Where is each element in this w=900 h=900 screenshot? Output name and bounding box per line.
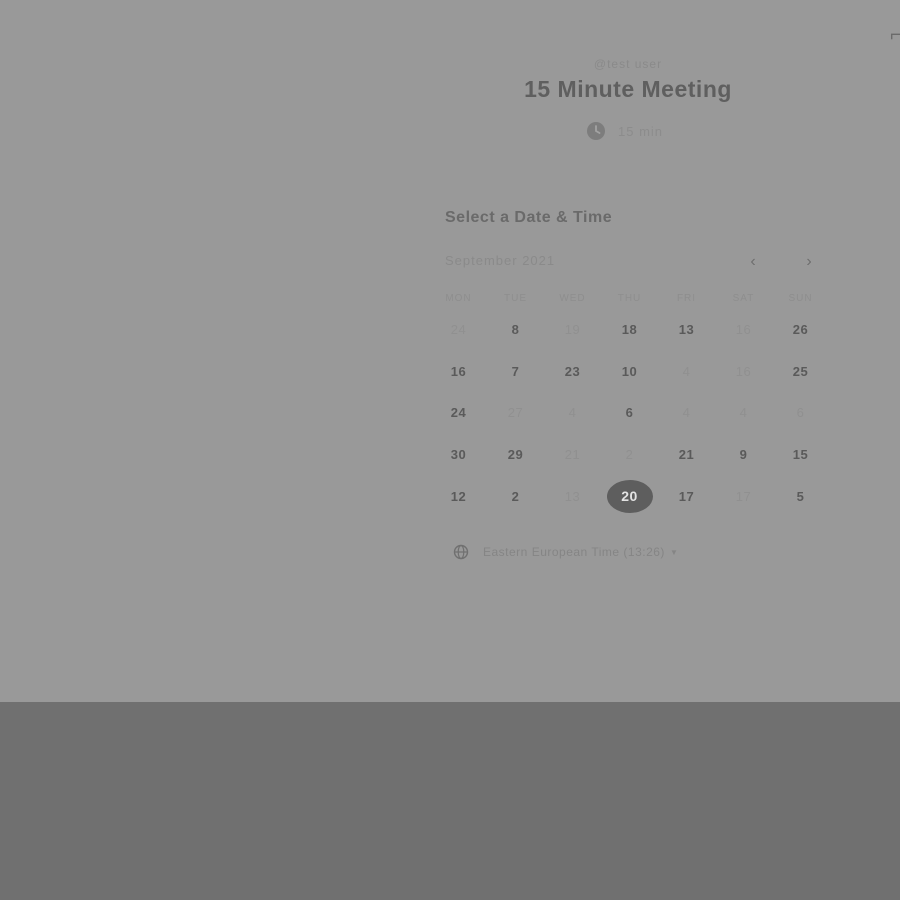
caret-down-icon: ▼ [669,547,678,557]
calendar-day-cell: 2 [487,475,544,517]
calendar-day-cell: 12 [430,475,487,517]
calendar-grid: 24 8 19 18 13 16 26 16 7 23 10 4 16 25 24 27 4 6 4 4 6 30 29 21… [430,309,829,517]
calendar-day[interactable]: 21 [664,438,710,471]
calendar-day-cell: 17 [715,475,772,517]
weekday-label: SUN [788,293,813,304]
calendar-day: 4 [568,405,577,421]
weekday-label: SAT [732,293,755,304]
calendar-day[interactable]: 7 [493,355,539,388]
event-owner: @test user [593,57,663,71]
calendar-day-cell: 13 [544,475,601,517]
calendar-day[interactable]: 12 [436,480,482,513]
calendar-day: 6 [796,405,805,421]
calendar-day[interactable]: 18 [607,313,653,346]
calendar-day-cell: 4 [658,392,715,434]
select-date-heading: Select a Date & Time [445,209,613,226]
calendar-day-cell: 21 [544,434,601,476]
calendar-day: 21 [564,447,581,463]
calendar-day-cell: 10 [601,351,658,393]
calendar-day: 27 [507,405,524,421]
calendar-day: 4 [682,363,691,379]
calendar-day-cell: 30 [430,434,487,476]
calendar-day[interactable]: 24 [436,396,482,429]
calendar-day-cell: 8 [487,309,544,351]
duration-label: 15 min [618,123,664,139]
month-label: September 2021 [445,253,556,268]
calendar-day-cell: 27 [487,392,544,434]
calendar-day: 17 [735,488,752,504]
calendar-day-cell: 4 [715,392,772,434]
weekday-label: TUE [504,293,527,304]
selected-day-button[interactable]: 20 [606,479,653,513]
calendar-day[interactable]: 5 [778,480,824,513]
calendar-day-cell: 15 [772,434,829,476]
calendar-day-cell: 4 [544,392,601,434]
page-footer-area [0,702,900,900]
calendar-day-cell: 16 [715,351,772,393]
calendar-day[interactable]: 8 [493,313,539,346]
calendar-day-cell: 4 [658,351,715,393]
calendar-day-cell: 18 [601,309,658,351]
next-month-button[interactable]: › [797,250,821,274]
calendar-day-cell: 5 [772,475,829,517]
calendar-day[interactable]: 23 [550,355,596,388]
calendar-day-cell: 6 [772,392,829,434]
calendar-day-cell: 19 [544,309,601,351]
corner-mark: ⌐ [890,24,900,46]
booking-card: ⌐ @test user 15 Minute Meeting 15 min Se… [0,0,900,702]
calendar-day[interactable]: 29 [493,438,539,471]
event-title: 15 Minute Meeting [524,76,732,102]
calendar-day: 16 [735,363,752,379]
calendar-day-cell: 9 [715,434,772,476]
calendar-day[interactable]: 2 [493,480,539,513]
clock-icon [586,121,606,141]
calendar-day-cell: 20 [601,475,658,517]
calendar-day[interactable]: 6 [607,396,653,429]
chevron-left-icon: ‹ [750,253,756,270]
calendar-day-cell: 24 [430,392,487,434]
weekday-header: MON TUE WED THU FRI SAT SUN [430,293,829,304]
calendar-day: 13 [564,488,581,504]
weekday-label: MON [445,293,472,304]
calendar-day[interactable]: 26 [778,313,824,346]
calendar-day[interactable]: 30 [436,438,482,471]
calendar-day[interactable]: 17 [664,480,710,513]
weekday-label: THU [617,293,642,304]
weekday-label: FRI [676,293,697,304]
calendar-day-cell: 13 [658,309,715,351]
calendar-day-cell: 29 [487,434,544,476]
page: ⌐ @test user 15 Minute Meeting 15 min Se… [0,0,900,900]
timezone-label: Eastern European Time (13:26) [483,545,665,559]
calendar-day[interactable]: 25 [778,355,824,388]
calendar-day-cell: 24 [430,309,487,351]
calendar-day: 2 [625,447,634,463]
calendar-day[interactable]: 9 [721,438,767,471]
calendar-day[interactable]: 16 [436,355,482,388]
calendar-day-cell: 26 [772,309,829,351]
calendar-day: 24 [450,322,467,338]
calendar-day: 16 [735,322,752,338]
globe-icon [453,544,469,560]
calendar-day: 19 [564,322,581,338]
calendar-day-cell: 21 [658,434,715,476]
calendar-day-cell: 17 [658,475,715,517]
calendar-day-cell: 6 [601,392,658,434]
calendar-day[interactable]: 15 [778,438,824,471]
calendar-day: 4 [682,405,691,421]
calendar-day[interactable]: 10 [607,355,653,388]
calendar-day-cell: 16 [715,309,772,351]
calendar-day: 4 [739,405,748,421]
calendar-day-cell: 16 [430,351,487,393]
timezone-selector[interactable]: Eastern European Time (13:26) ▼ [453,543,678,561]
chevron-right-icon: › [806,253,812,270]
weekday-label: WED [559,293,586,304]
calendar-day-cell: 23 [544,351,601,393]
calendar-day-cell: 7 [487,351,544,393]
previous-month-button[interactable]: ‹ [741,250,765,274]
calendar-day-cell: 25 [772,351,829,393]
calendar-day-cell: 2 [601,434,658,476]
duration-row: 15 min [586,121,663,141]
calendar-day[interactable]: 13 [664,313,710,346]
